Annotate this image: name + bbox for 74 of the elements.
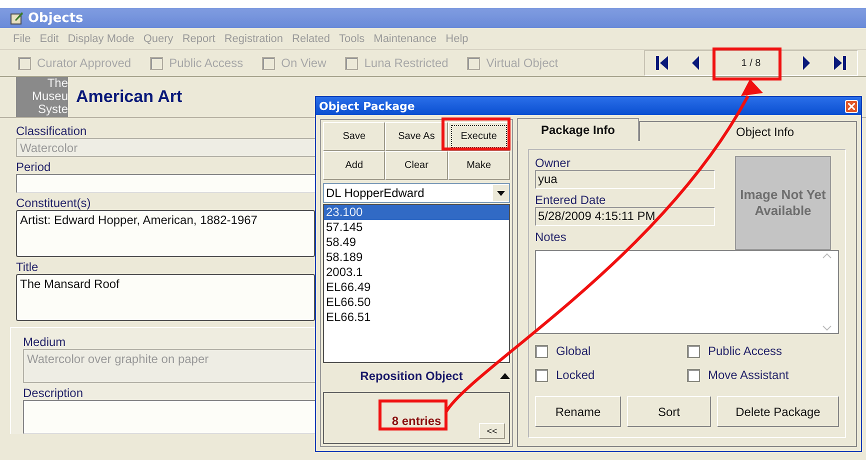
- checkbox[interactable]: [345, 56, 358, 70]
- toolbar-button[interactable]: Save As: [385, 122, 448, 151]
- department-title: American Art: [76, 87, 182, 107]
- list-item[interactable]: EL66.51: [324, 310, 509, 325]
- action-button[interactable]: Rename: [535, 396, 621, 427]
- field-label: Medium: [23, 335, 66, 349]
- last-record-icon[interactable]: [832, 54, 847, 72]
- highlight-box: [712, 48, 782, 80]
- checkbox-label: Curator Approved: [37, 56, 132, 70]
- checkbox[interactable]: [687, 368, 700, 382]
- up-arrow-icon[interactable]: [500, 373, 510, 379]
- list-item[interactable]: 23.100: [324, 205, 509, 220]
- no-image-text: Image Not Yet Available: [739, 187, 827, 219]
- window-title: Objects: [28, 10, 84, 26]
- checkbox-label: Move Assistant: [708, 368, 789, 382]
- list-item[interactable]: 57.145: [324, 220, 509, 235]
- dialog-title: Object Package: [319, 100, 415, 112]
- field-label: Title: [16, 260, 38, 274]
- checkbox[interactable]: [535, 344, 548, 358]
- close-button[interactable]: [845, 100, 858, 112]
- scroll-down-icon[interactable]: [822, 325, 832, 331]
- input-field[interactable]: 5/28/2009 4:15:11 PM: [535, 207, 715, 226]
- app-icon: [10, 11, 24, 25]
- toolbar-button[interactable]: Add: [323, 151, 386, 180]
- close-icon[interactable]: [848, 102, 855, 110]
- checkbox-label: Public Access: [169, 56, 244, 70]
- checkbox-label: Virtual Object: [486, 56, 558, 70]
- checkbox[interactable]: [535, 368, 548, 382]
- list-item[interactable]: EL66.49: [324, 280, 509, 295]
- checkbox-label: Luna Restricted: [364, 56, 448, 70]
- input-field[interactable]: [23, 400, 315, 434]
- record-position: 1 / 8: [741, 58, 761, 68]
- field-label: Notes: [535, 230, 566, 244]
- field-label: Entered Date: [535, 193, 606, 207]
- action-button[interactable]: Delete Package: [717, 396, 839, 427]
- checkbox-label: On View: [281, 56, 326, 70]
- list-item[interactable]: 2003.1: [324, 265, 509, 280]
- checkbox-label: Global: [556, 344, 591, 358]
- field-label: Period: [16, 160, 51, 174]
- package-dropdown[interactable]: DL HopperEdward: [323, 183, 510, 203]
- notes-field[interactable]: [535, 250, 839, 334]
- highlight-box: [378, 400, 448, 430]
- reposition-label: Reposition Object: [359, 369, 464, 383]
- list-item[interactable]: EL66.50: [324, 295, 509, 310]
- dropdown-arrow-icon[interactable]: [497, 190, 505, 196]
- scroll-up-icon[interactable]: [822, 253, 832, 259]
- input-field[interactable]: The Mansard Roof: [16, 274, 315, 321]
- list-item[interactable]: 58.189: [324, 250, 509, 265]
- toolbar-button[interactable]: Clear: [385, 151, 448, 180]
- field-label: Constituent(s): [16, 196, 91, 210]
- checkbox[interactable]: [18, 56, 31, 70]
- toolbar-button[interactable]: Save: [323, 122, 386, 151]
- input-field[interactable]: yua: [535, 170, 715, 189]
- field-label: Classification: [16, 124, 87, 138]
- first-record-icon[interactable]: [655, 54, 670, 72]
- checkbox-label: Public Access: [708, 344, 782, 358]
- collapse-button[interactable]: <<: [479, 423, 505, 439]
- list-item[interactable]: 58.49: [324, 235, 509, 250]
- input-field[interactable]: [16, 174, 315, 193]
- tab[interactable]: Object Info: [639, 121, 857, 141]
- checkbox[interactable]: [262, 56, 276, 70]
- checkbox[interactable]: [150, 56, 164, 70]
- checkbox-label: Locked: [556, 368, 595, 382]
- field-label: Description: [23, 386, 84, 400]
- highlight-box: [442, 118, 510, 150]
- checkbox[interactable]: [687, 344, 700, 358]
- toolbar-button[interactable]: Make: [448, 151, 510, 180]
- checkbox[interactable]: [467, 56, 480, 70]
- action-button[interactable]: Sort: [627, 396, 711, 427]
- entry-count: 8 entries: [392, 414, 442, 428]
- input-field[interactable]: Artist: Edward Hopper, American, 1882-1967: [16, 210, 315, 257]
- logo: The Museu Syste: [16, 77, 68, 117]
- field-label: Owner: [535, 156, 570, 170]
- tab[interactable]: Package Info: [517, 118, 639, 141]
